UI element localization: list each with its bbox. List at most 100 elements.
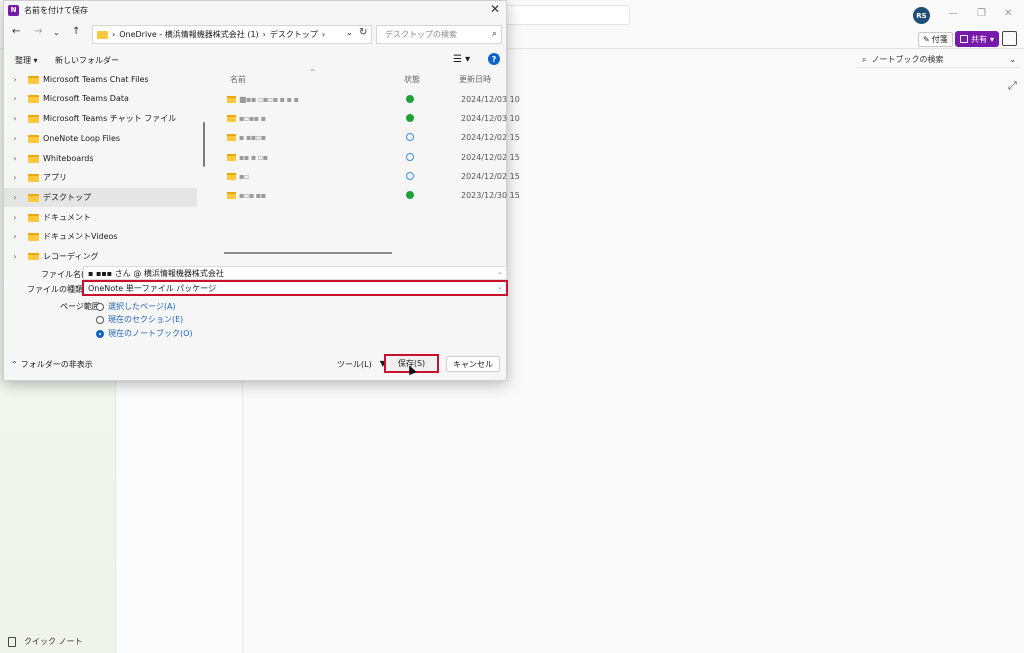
nav-item[interactable]: › アプリ <box>4 168 197 187</box>
file-row[interactable]: ▪▫▪▪ ▪ 2024/12/03 10 <box>221 109 520 128</box>
file-modified: 2024/12/03 10 <box>461 114 520 123</box>
nav-item-desktop[interactable]: › デスクトップ <box>4 188 197 207</box>
file-name: ■▪▪ ▫▪▫▪ ▪ ▪ ▪ <box>239 95 299 104</box>
view-menu-icon[interactable]: ☰ ▾ <box>453 54 470 65</box>
chevron-right-icon[interactable]: › <box>4 193 26 202</box>
nav-item[interactable]: › レコーディング <box>4 247 197 260</box>
avatar[interactable]: RS <box>913 7 930 24</box>
cloud-icon <box>406 172 414 180</box>
share-label: 共有 <box>971 34 987 44</box>
file-type-value: OneNote 単一ファイル パッケージ <box>88 283 217 293</box>
file-list-scrollbar[interactable] <box>224 252 392 254</box>
nav-item[interactable]: › OneNote Loop Files <box>4 129 197 148</box>
file-row[interactable]: ▪ ▪▪▫▪ 2024/12/02 15 <box>221 128 520 147</box>
forward-arrow-icon[interactable]: → <box>34 26 42 37</box>
folder-icon <box>28 173 39 182</box>
nav-item-label: Microsoft Teams チャット ファイル <box>43 114 177 123</box>
folder-icon <box>227 154 236 161</box>
notebook-search[interactable]: ⌕ ノートブックの検索 ⌄ <box>856 52 1020 68</box>
radio-label: 現在のセクション(E) <box>108 315 184 324</box>
file-type-select[interactable]: OneNote 単一ファイル パッケージ ⌄ <box>82 280 508 296</box>
address-bar[interactable]: › OneDrive - 横浜情報機器株式会社 (1) › デスクトップ › <box>92 25 372 44</box>
chevron-right-icon[interactable]: › <box>4 114 26 123</box>
chevron-down-icon[interactable]: ⌄ <box>497 283 503 291</box>
folder-icon <box>97 30 108 39</box>
nav-item[interactable]: › Microsoft Teams Data <box>4 89 197 108</box>
onenote-title-search[interactable] <box>505 5 630 25</box>
address-chevron-icon[interactable]: ⌄ <box>346 28 353 37</box>
sticky-notes-button[interactable]: ✎ 付箋 <box>918 32 953 47</box>
file-row[interactable]: ▪▪ ▪ ▫▪ 2024/12/02 15 <box>221 148 520 167</box>
help-icon[interactable]: ? <box>488 53 500 65</box>
radio-label: 選択したページ(A) <box>108 302 176 311</box>
notebook-search-placeholder: ノートブックの検索 <box>871 55 944 64</box>
dialog-search-input[interactable]: デスクトップの検索 ⌕ <box>376 25 502 44</box>
refresh-icon[interactable]: ↻ <box>359 27 367 38</box>
cancel-button[interactable]: キャンセル <box>446 356 500 372</box>
column-modified[interactable]: 更新日時 <box>459 74 491 85</box>
dialog-close-icon[interactable]: ✕ <box>490 2 500 16</box>
tools-menu[interactable]: ツール(L) ▼ <box>337 359 386 370</box>
file-modified: 2024/12/02 15 <box>461 172 520 181</box>
file-name-input[interactable]: ▪ ▪▪▪ さん @ 横浜情報機器株式会社 ⌄ <box>83 266 507 280</box>
nav-item[interactable]: › Microsoft Teams チャット ファイル <box>4 109 197 128</box>
column-status[interactable]: 状態 <box>404 74 420 85</box>
radio-selected-page[interactable]: 選択したページ(A) <box>96 300 176 313</box>
sticky-notes-label: 付箋 <box>931 35 948 44</box>
breadcrumb-sep: › <box>321 30 326 39</box>
folder-icon <box>28 114 39 123</box>
minimize-icon[interactable]: — <box>948 8 958 19</box>
nav-item-label: デスクトップ <box>43 193 91 202</box>
save-as-dialog: N 名前を付けて保存 ✕ ← → ⌄ ↑ › OneDrive - 横浜情報機器… <box>3 0 520 381</box>
organize-button[interactable]: 整理 ▾ <box>15 55 38 66</box>
file-list-header: 名前 ⌃ 状態 更新日時 <box>4 68 506 85</box>
recent-chevron-icon[interactable]: ⌄ <box>53 28 60 37</box>
chevron-right-icon[interactable]: › <box>4 232 26 241</box>
radio-current-section[interactable]: 現在のセクション(E) <box>96 313 183 326</box>
radio-checked-icon[interactable] <box>96 329 104 338</box>
chevron-right-icon[interactable]: › <box>4 252 26 260</box>
back-arrow-icon[interactable]: ← <box>12 26 20 37</box>
file-row[interactable]: ▪▫▪ ▪▪ 2023/12/30 15 <box>221 186 520 205</box>
file-modified: 2024/12/03 10 <box>461 95 520 104</box>
comment-icon[interactable] <box>1002 31 1017 46</box>
radio-current-notebook[interactable]: 現在のノートブック(O) <box>96 327 193 340</box>
breadcrumb-sep: › <box>262 30 266 39</box>
breadcrumb-sep: › <box>112 30 116 39</box>
file-modified: 2024/12/02 15 <box>461 133 520 142</box>
quick-note-button[interactable]: クイック ノート <box>8 636 83 647</box>
expand-icon[interactable]: ⤢ <box>1008 79 1017 93</box>
nav-item[interactable]: › ドキュメント <box>4 208 197 227</box>
up-arrow-icon[interactable]: ↑ <box>72 26 80 37</box>
nav-item[interactable]: › Whiteboards <box>4 149 197 168</box>
chevron-right-icon[interactable]: › <box>4 154 26 163</box>
file-name-value: ▪ ▪▪▪ さん @ 横浜情報機器株式会社 <box>88 268 224 278</box>
navigation-pane: › Microsoft Teams Chat Files › Microsoft T… <box>4 70 197 260</box>
synced-icon <box>406 114 414 122</box>
nav-scrollbar[interactable] <box>203 122 205 167</box>
breadcrumb-item[interactable]: OneDrive - 横浜情報機器株式会社 (1) <box>119 29 258 40</box>
nav-item-label: ドキュメントVideos <box>43 232 118 241</box>
folder-icon <box>28 193 39 202</box>
radio-icon[interactable] <box>96 315 104 324</box>
file-row[interactable]: ▪▫ 2024/12/02 15 <box>221 167 520 186</box>
nav-item-label: アプリ <box>43 173 67 182</box>
file-row[interactable]: ■▪▪ ▫▪▫▪ ▪ ▪ ▪ 2024/12/03 10 <box>221 90 520 109</box>
chevron-down-icon: ▾ <box>990 34 995 44</box>
chevron-down-icon[interactable]: ⌄ <box>497 268 503 276</box>
restore-icon[interactable]: ❐ <box>977 8 986 19</box>
nav-item[interactable]: › ドキュメントVideos <box>4 227 197 246</box>
chevron-right-icon[interactable]: › <box>4 173 26 182</box>
close-icon[interactable]: ✕ <box>1004 8 1012 19</box>
chevron-right-icon[interactable]: › <box>4 134 26 143</box>
breadcrumb-item[interactable]: デスクトップ <box>270 29 318 40</box>
chevron-right-icon[interactable]: › <box>4 213 26 222</box>
chevron-right-icon[interactable]: › <box>4 94 26 103</box>
command-bar: 整理 ▾ 新しいフォルダー ☰ ▾ ? <box>4 53 506 67</box>
new-folder-button[interactable]: 新しいフォルダー <box>55 55 119 66</box>
share-button[interactable]: 共有 ▾ <box>955 31 1000 47</box>
column-name[interactable]: 名前 <box>230 74 246 85</box>
folder-icon <box>227 134 236 141</box>
radio-icon[interactable] <box>96 302 104 311</box>
hide-folders-toggle[interactable]: ⌃ フォルダーの非表示 <box>11 359 93 370</box>
